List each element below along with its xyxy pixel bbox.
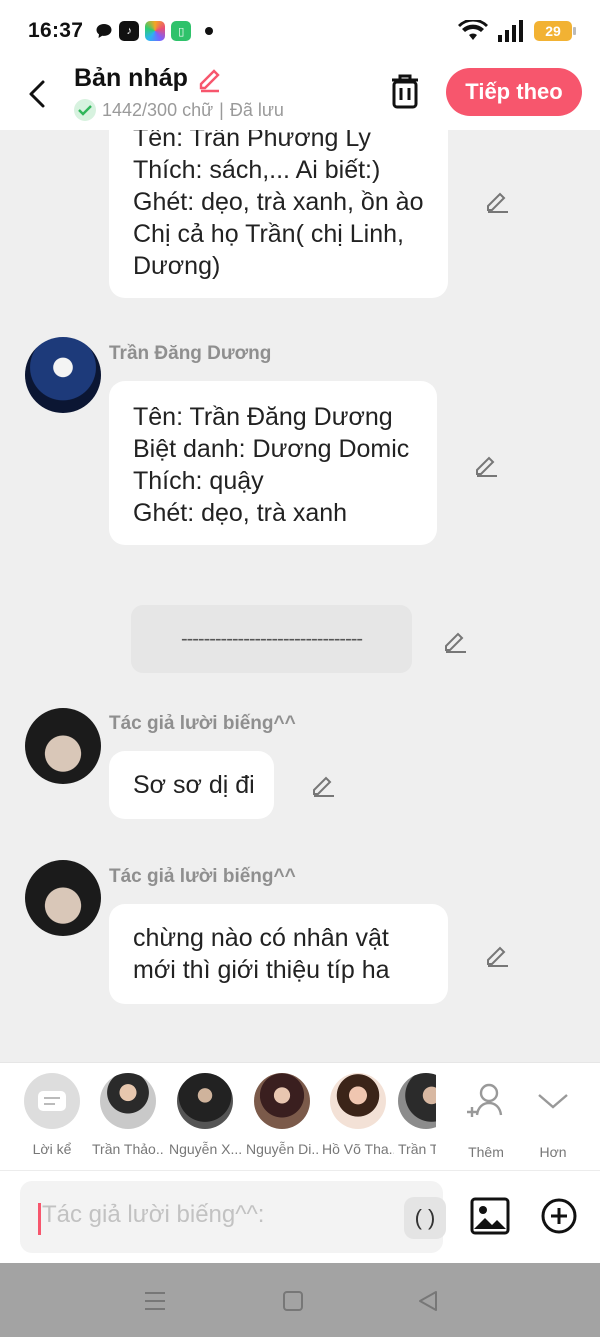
message-line: Thích: quậy [133, 467, 264, 495]
message-input[interactable]: Tác giả lười biếng^^: ( ) [20, 1181, 446, 1253]
word-count: 1442/300 chữ [102, 99, 214, 120]
character-item[interactable]: Trần T [398, 1073, 436, 1157]
avatar [177, 1073, 233, 1129]
add-person-icon [467, 1083, 503, 1117]
add-label: Thêm [468, 1144, 504, 1160]
character-label: Nguyễn X... [169, 1141, 241, 1157]
avatar [254, 1073, 310, 1129]
dot-icon [205, 27, 214, 35]
battery-icon: 29 [534, 21, 576, 41]
wifi-icon [458, 20, 488, 40]
edit-pencil-icon[interactable] [442, 628, 468, 654]
input-placeholder: Tác giả lười biếng^^: [42, 1201, 265, 1228]
status-bar: 16:37 ♪ ▯ 29 [0, 0, 600, 62]
signal-icon [498, 20, 523, 42]
character-item[interactable]: Trần Thảo... [92, 1073, 164, 1157]
character-label: Nguyễn Di... [246, 1141, 318, 1157]
edit-pencil-icon[interactable] [473, 452, 499, 478]
tiktok-icon: ♪ [119, 21, 140, 41]
back-button[interactable] [22, 74, 52, 114]
saved-check-icon [74, 99, 96, 121]
add-character-button[interactable]: Thêm [450, 1073, 522, 1160]
avatar [25, 337, 101, 413]
saved-status: Đã lưu [229, 99, 284, 120]
message-line: Thích: sách,... Ai biết:) [133, 156, 381, 184]
status-app-icons: ♪ ▯ [95, 21, 214, 41]
character-bar: Lời kể Trần Thảo... Nguyễn X... Nguyễn D… [0, 1062, 600, 1170]
message-line: Sơ sơ dị đi [133, 771, 255, 799]
app-header: Bản nháp 1442/300 chữ | Đã lưu Tiếp theo [0, 62, 600, 130]
character-item[interactable]: Nguyễn X... [169, 1073, 241, 1157]
message-bubble[interactable]: Tên: Trần Đăng Dương Biệt danh: Dương Do… [109, 381, 437, 545]
page-title: Bản nháp [74, 64, 188, 92]
image-icon[interactable] [470, 1197, 510, 1235]
status-time: 16:37 [28, 19, 84, 42]
speaker-name: Tác giả lười biếng^^ [109, 866, 296, 887]
chat-feed[interactable]: Tên: Trần Phương Ly Thích: sách,... Ai b… [0, 62, 600, 1062]
character-label: Hồ Võ Tha... [322, 1141, 394, 1157]
character-item[interactable]: Hồ Võ Tha... [322, 1073, 394, 1157]
parenthesis-button[interactable]: ( ) [404, 1197, 446, 1239]
more-label: Hơn [539, 1144, 567, 1160]
home-icon[interactable] [282, 1290, 304, 1312]
message-line: chừng nào có nhân vật [133, 924, 389, 952]
menu-icon[interactable] [143, 1290, 167, 1312]
battery-level: 29 [545, 23, 561, 39]
message-line: Ghét: dẹo, trà xanh [133, 499, 348, 527]
message-bubble[interactable]: chừng nào có nhân vật mới thì giới thiệu… [109, 904, 448, 1004]
avatar [330, 1073, 386, 1129]
avatar [100, 1073, 156, 1129]
message-line: Tên: Trần Đăng Dương [133, 403, 393, 431]
character-label: Trần Thảo... [92, 1141, 164, 1157]
message-bubble[interactable]: Sơ sơ dị đi [109, 751, 274, 819]
edit-pencil-icon[interactable] [310, 772, 336, 798]
trash-icon[interactable] [388, 72, 422, 110]
character-label: Trần T [398, 1141, 436, 1157]
message-line: Chị cả họ Trần( chị Linh, [133, 220, 404, 248]
chevron-left-icon [29, 80, 45, 108]
edit-pencil-icon[interactable] [484, 188, 510, 214]
edit-pencil-icon[interactable] [484, 942, 510, 968]
avatar [25, 860, 101, 936]
character-label: Lời kể [32, 1141, 72, 1157]
message-line: Dương) [133, 252, 221, 280]
avatar [25, 708, 101, 784]
composer: Tác giả lười biếng^^: ( ) [0, 1170, 600, 1263]
plus-circle-icon[interactable] [540, 1197, 578, 1235]
narration-text: -------------------------------- [180, 627, 363, 650]
message-line: Ghét: dẹo, trà xanh, ồn ào [133, 188, 424, 216]
chat-bubble-icon [96, 24, 112, 38]
speaker-name: Tác giả lười biếng^^ [109, 713, 296, 734]
message-line: Biệt danh: Dương Domic [133, 435, 410, 463]
photos-app-icon [145, 21, 166, 41]
avatar [398, 1073, 436, 1129]
narration-bubble[interactable]: -------------------------------- [131, 605, 412, 673]
back-nav-icon[interactable] [416, 1290, 440, 1312]
chevron-down-icon [538, 1094, 568, 1109]
narrator-icon [24, 1073, 80, 1129]
character-item[interactable]: Nguyễn Di... [246, 1073, 318, 1157]
text-caret [38, 1203, 41, 1235]
character-narrator[interactable]: Lời kể [16, 1073, 88, 1157]
next-button[interactable]: Tiếp theo [446, 68, 582, 116]
message-bubble[interactable]: Tên: Trần Phương Ly Thích: sách,... Ai b… [109, 106, 448, 298]
more-button[interactable]: Hơn [517, 1073, 589, 1160]
edit-title-icon[interactable] [196, 65, 224, 93]
system-nav-bar [0, 1263, 600, 1337]
green-app-icon: ▯ [171, 21, 192, 41]
speaker-name: Trần Đăng Dương [109, 343, 272, 364]
separator: | [219, 99, 224, 120]
message-line: mới thì giới thiệu típ ha [133, 956, 390, 984]
